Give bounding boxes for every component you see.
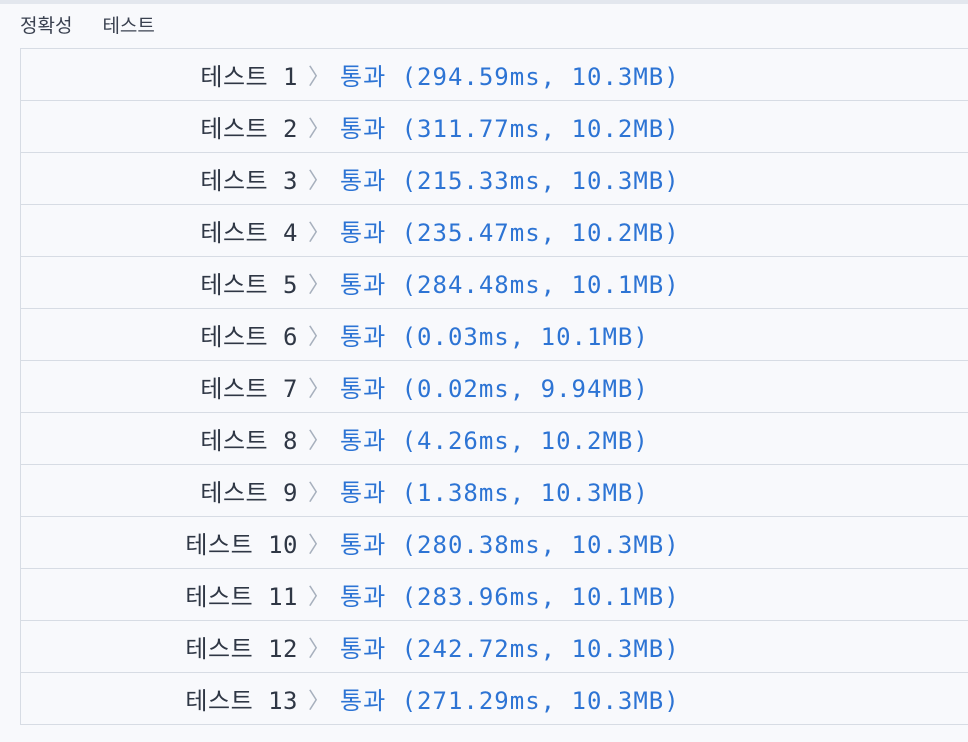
- test-result-row: 테스트 4 〉 통과 (235.47ms, 10.2MB): [21, 205, 968, 257]
- chevron-right-icon: 〉: [307, 688, 330, 714]
- chevron-right-icon: 〉: [307, 220, 330, 246]
- test-result-row: 테스트 2 〉 통과 (311.77ms, 10.2MB): [21, 101, 968, 153]
- test-result-row: 테스트 12 〉 통과 (242.72ms, 10.3MB): [21, 621, 968, 673]
- test-result-status: 통과 (271.29ms, 10.3MB): [340, 687, 680, 715]
- test-result-status: 통과 (283.96ms, 10.1MB): [340, 583, 680, 611]
- test-result-row: 테스트 13 〉 통과 (271.29ms, 10.3MB): [21, 673, 968, 724]
- chevron-right-icon: 〉: [307, 480, 330, 506]
- result-tabs: 정확성 테스트: [20, 10, 155, 38]
- test-result-row: 테스트 9 〉 통과 (1.38ms, 10.3MB): [21, 465, 968, 517]
- test-case-label: 테스트 5: [200, 271, 298, 299]
- chevron-right-icon: 〉: [307, 376, 330, 402]
- test-result-row: 테스트 7 〉 통과 (0.02ms, 9.94MB): [21, 361, 968, 413]
- chevron-right-icon: 〉: [307, 532, 330, 558]
- chevron-right-icon: 〉: [307, 168, 330, 194]
- test-result-row: 테스트 1 〉 통과 (294.59ms, 10.3MB): [21, 49, 968, 101]
- chevron-right-icon: 〉: [307, 64, 330, 90]
- test-case-label: 테스트 9: [200, 479, 298, 507]
- test-results-table: 테스트 1 〉 통과 (294.59ms, 10.3MB) 테스트 2 〉 통과 (311…: [20, 48, 968, 725]
- test-result-row: 테스트 5 〉 통과 (284.48ms, 10.1MB): [21, 257, 968, 309]
- test-case-label: 테스트 7: [200, 375, 298, 403]
- test-result-status: 통과 (284.48ms, 10.1MB): [340, 271, 680, 299]
- test-case-label: 테스트 11: [185, 583, 298, 611]
- test-case-label: 테스트 4: [200, 219, 298, 247]
- test-result-status: 통과 (1.38ms, 10.3MB): [340, 479, 649, 507]
- chevron-right-icon: 〉: [307, 324, 330, 350]
- test-result-status: 통과 (311.77ms, 10.2MB): [340, 115, 680, 143]
- test-result-row: 테스트 10 〉 통과 (280.38ms, 10.3MB): [21, 517, 968, 569]
- test-result-status: 통과 (294.59ms, 10.3MB): [340, 63, 680, 91]
- chevron-right-icon: 〉: [307, 116, 330, 142]
- tab-accuracy[interactable]: 정확성: [20, 11, 72, 38]
- test-case-label: 테스트 3: [200, 167, 298, 195]
- test-result-status: 통과 (242.72ms, 10.3MB): [340, 635, 680, 663]
- test-case-label: 테스트 13: [185, 687, 298, 715]
- tab-test[interactable]: 테스트: [102, 11, 154, 38]
- chevron-right-icon: 〉: [307, 428, 330, 454]
- test-result-status: 통과 (215.33ms, 10.3MB): [340, 167, 680, 195]
- top-divider: [0, 0, 968, 4]
- test-result-row: 테스트 3 〉 통과 (215.33ms, 10.3MB): [21, 153, 968, 205]
- test-case-label: 테스트 10: [185, 531, 298, 559]
- test-case-label: 테스트 2: [200, 115, 298, 143]
- test-result-row: 테스트 11 〉 통과 (283.96ms, 10.1MB): [21, 569, 968, 621]
- test-case-label: 테스트 8: [200, 427, 298, 455]
- test-case-label: 테스트 1: [200, 63, 298, 91]
- test-result-status: 통과 (280.38ms, 10.3MB): [340, 531, 680, 559]
- test-result-status: 통과 (0.02ms, 9.94MB): [340, 375, 649, 403]
- test-result-status: 통과 (0.03ms, 10.1MB): [340, 323, 649, 351]
- test-result-row: 테스트 6 〉 통과 (0.03ms, 10.1MB): [21, 309, 968, 361]
- test-result-status: 통과 (4.26ms, 10.2MB): [340, 427, 649, 455]
- test-result-row: 테스트 8 〉 통과 (4.26ms, 10.2MB): [21, 413, 968, 465]
- test-result-status: 통과 (235.47ms, 10.2MB): [340, 219, 680, 247]
- test-case-label: 테스트 12: [185, 635, 298, 663]
- test-case-label: 테스트 6: [200, 323, 298, 351]
- chevron-right-icon: 〉: [307, 636, 330, 662]
- chevron-right-icon: 〉: [307, 272, 330, 298]
- chevron-right-icon: 〉: [307, 584, 330, 610]
